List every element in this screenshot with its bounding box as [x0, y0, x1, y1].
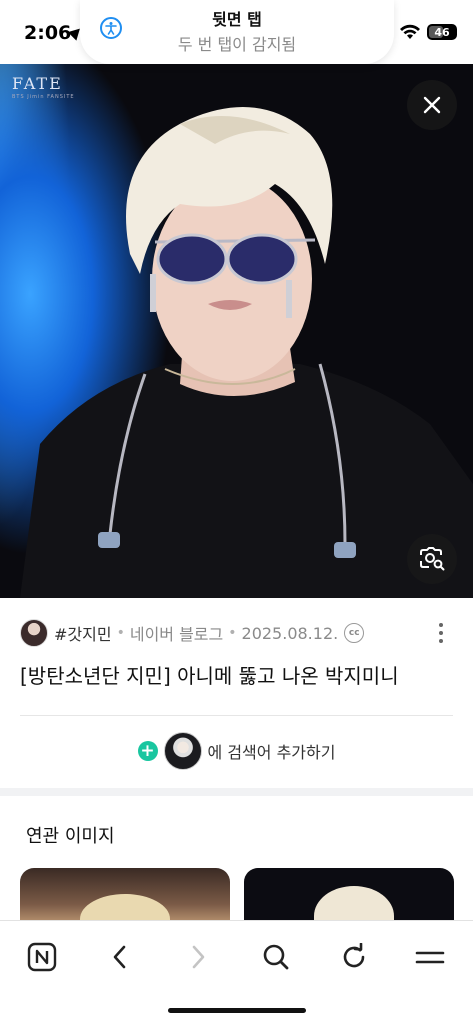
banner-subtitle: 두 번 탭이 감지됨: [177, 35, 297, 54]
related-images-title: 연관 이미지: [26, 826, 115, 847]
refresh-icon: [343, 943, 365, 968]
naver-home-icon: [27, 942, 57, 972]
cc-icon: cc: [344, 623, 365, 643]
refresh-button[interactable]: [332, 935, 376, 979]
section-divider: [0, 788, 473, 796]
image-search-button[interactable]: [407, 534, 457, 584]
home-indicator: [168, 1008, 306, 1013]
plus-icon: +: [137, 741, 158, 761]
battery-level: 46: [434, 25, 450, 39]
image-info-panel: #갓지민 • 네이버 블로그 • 2025.08.12. cc [방탄소년단 지…: [0, 598, 473, 788]
back-icon: [113, 945, 126, 969]
forward-button[interactable]: [176, 935, 220, 979]
photo-watermark: FATE: [12, 74, 63, 93]
forward-icon: [192, 945, 205, 969]
related-image-card[interactable]: [244, 868, 454, 928]
close-icon: [423, 96, 441, 114]
blog-name-link[interactable]: #갓지민: [54, 621, 112, 645]
banner-title: 뒷면 탭: [212, 10, 262, 29]
image-viewer[interactable]: FATE BTS Jimin FANSITE: [0, 64, 473, 598]
photo-watermark-sub: BTS Jimin FANSITE: [12, 94, 75, 100]
post-date: 2025.08.12.: [241, 623, 339, 643]
image-title[interactable]: [방탄소년단 지민] 아니메 뚫고 나온 박지미니: [20, 660, 453, 689]
separator-dot: •: [116, 625, 125, 641]
menu-icon: [415, 951, 445, 964]
close-button[interactable]: [407, 80, 457, 130]
back-tap-banner: 뒷면 탭 두 번 탭이 감지됨: [80, 0, 394, 64]
related-image-card[interactable]: [20, 868, 230, 928]
status-time: 2:06: [24, 22, 72, 44]
blog-avatar[interactable]: [20, 619, 48, 647]
more-icon[interactable]: [429, 620, 453, 646]
add-search-keyword-button[interactable]: + 에 검색어 추가하기: [0, 731, 473, 771]
keyword-thumbnail: [163, 732, 202, 770]
source-label[interactable]: 네이버 블로그: [130, 621, 223, 645]
battery-icon: 46: [427, 24, 457, 40]
photo-subject: [20, 107, 473, 598]
add-search-label: 에 검색어 추가하기: [207, 743, 336, 762]
menu-button[interactable]: [408, 935, 452, 979]
wifi-icon: [400, 24, 420, 39]
home-button[interactable]: [20, 935, 64, 979]
back-button[interactable]: [98, 935, 142, 979]
separator-dot: •: [228, 625, 237, 641]
search-button[interactable]: [254, 935, 298, 979]
source-row: #갓지민 • 네이버 블로그 • 2025.08.12. cc: [20, 618, 453, 648]
divider: [20, 715, 453, 716]
lens-search-icon: [420, 547, 445, 571]
search-icon: [263, 944, 289, 970]
